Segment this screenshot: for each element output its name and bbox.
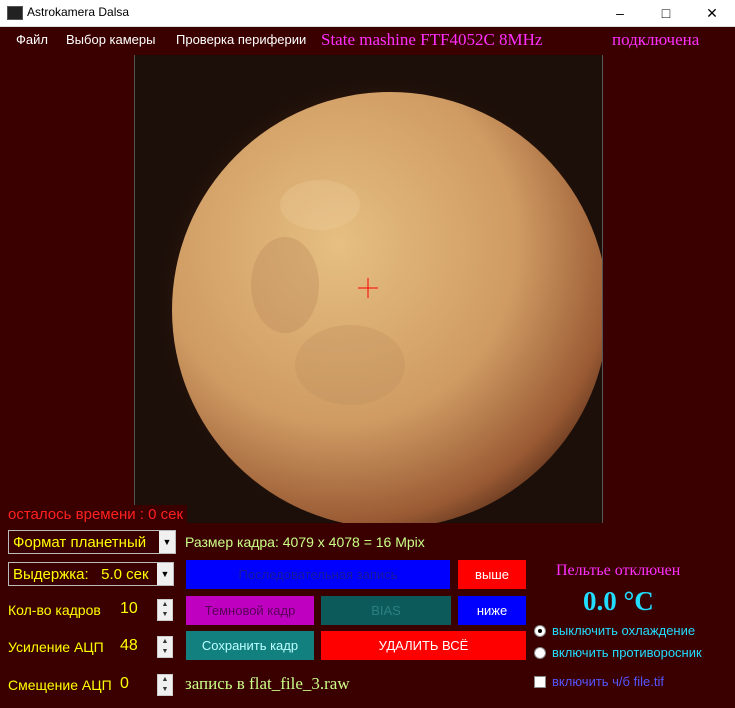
gain-label: Усиление АЦП bbox=[8, 639, 104, 655]
camera-frame-view[interactable] bbox=[134, 55, 603, 523]
frame-size: Размер кадра: 4079 x 4078 = 16 Mpix bbox=[185, 534, 425, 550]
bw-tif-checkbox[interactable] bbox=[534, 676, 546, 688]
bias-button[interactable]: BIAS bbox=[321, 596, 451, 625]
frames-value[interactable]: 10 bbox=[120, 600, 138, 618]
temperature-readout: 0.0 °C bbox=[583, 586, 654, 616]
lower-button[interactable]: ниже bbox=[458, 596, 526, 625]
state-machine-label: State mashine FTF4052C 8MHz bbox=[321, 30, 543, 49]
moon-image bbox=[135, 55, 602, 523]
peltier-status: Пельтье отключен bbox=[556, 562, 681, 579]
window-title: Astrokamera Dalsa bbox=[27, 5, 130, 19]
menu-file[interactable]: Файл bbox=[16, 32, 48, 47]
title-bar: Astrokamera Dalsa – □ ✕ bbox=[0, 0, 735, 27]
gain-stepper[interactable]: ▲ ▼ bbox=[157, 636, 173, 658]
menu-camera-select[interactable]: Выбор камеры bbox=[66, 32, 155, 47]
recording-file: запись в flat_file_3.raw bbox=[185, 674, 350, 693]
format-select[interactable]: Формат планетный ▼ bbox=[8, 530, 176, 554]
offset-value[interactable]: 0 bbox=[120, 675, 129, 693]
frames-label: Кол-во кадров bbox=[8, 602, 101, 618]
close-button[interactable]: ✕ bbox=[689, 0, 735, 26]
cooling-off-label[interactable]: выключить охлаждение bbox=[552, 623, 695, 638]
frames-stepper[interactable]: ▲ ▼ bbox=[157, 599, 173, 621]
anti-fog-radio[interactable] bbox=[534, 647, 546, 659]
menu-peripheral-check[interactable]: Проверка периферии bbox=[176, 32, 306, 47]
exposure-select[interactable]: Выдержка: 5.0 сек ▼ bbox=[8, 562, 174, 586]
delete-all-button[interactable]: УДАЛИТЬ ВСЁ bbox=[321, 631, 526, 660]
offset-label: Смещение АЦП bbox=[8, 677, 112, 693]
format-select-value: Формат планетный bbox=[13, 534, 147, 551]
offset-stepper[interactable]: ▲ ▼ bbox=[157, 674, 173, 696]
gain-value[interactable]: 48 bbox=[120, 637, 138, 655]
bw-tif-label[interactable]: включить ч/б file.tif bbox=[552, 674, 664, 689]
minimize-button[interactable]: – bbox=[597, 0, 643, 26]
connection-status: подключена bbox=[612, 30, 700, 49]
sequence-record-button[interactable]: Последовательная запись bbox=[186, 560, 450, 589]
chevron-down-icon[interactable]: ▼ bbox=[157, 563, 173, 585]
save-frame-button[interactable]: Сохранить кадр bbox=[186, 631, 314, 660]
dark-frame-button[interactable]: Темновой кадр bbox=[186, 596, 314, 625]
higher-button[interactable]: выше bbox=[458, 560, 526, 589]
maximize-button[interactable]: □ bbox=[643, 0, 689, 26]
remaining-time: осталось времени : 0 сек bbox=[8, 505, 188, 525]
app-icon bbox=[7, 6, 23, 20]
anti-fog-label[interactable]: включить противоросник bbox=[552, 645, 702, 660]
exposure-select-value: Выдержка: 5.0 сек bbox=[13, 566, 149, 583]
chevron-down-icon[interactable]: ▼ bbox=[159, 531, 175, 553]
cooling-off-radio[interactable] bbox=[534, 625, 546, 637]
